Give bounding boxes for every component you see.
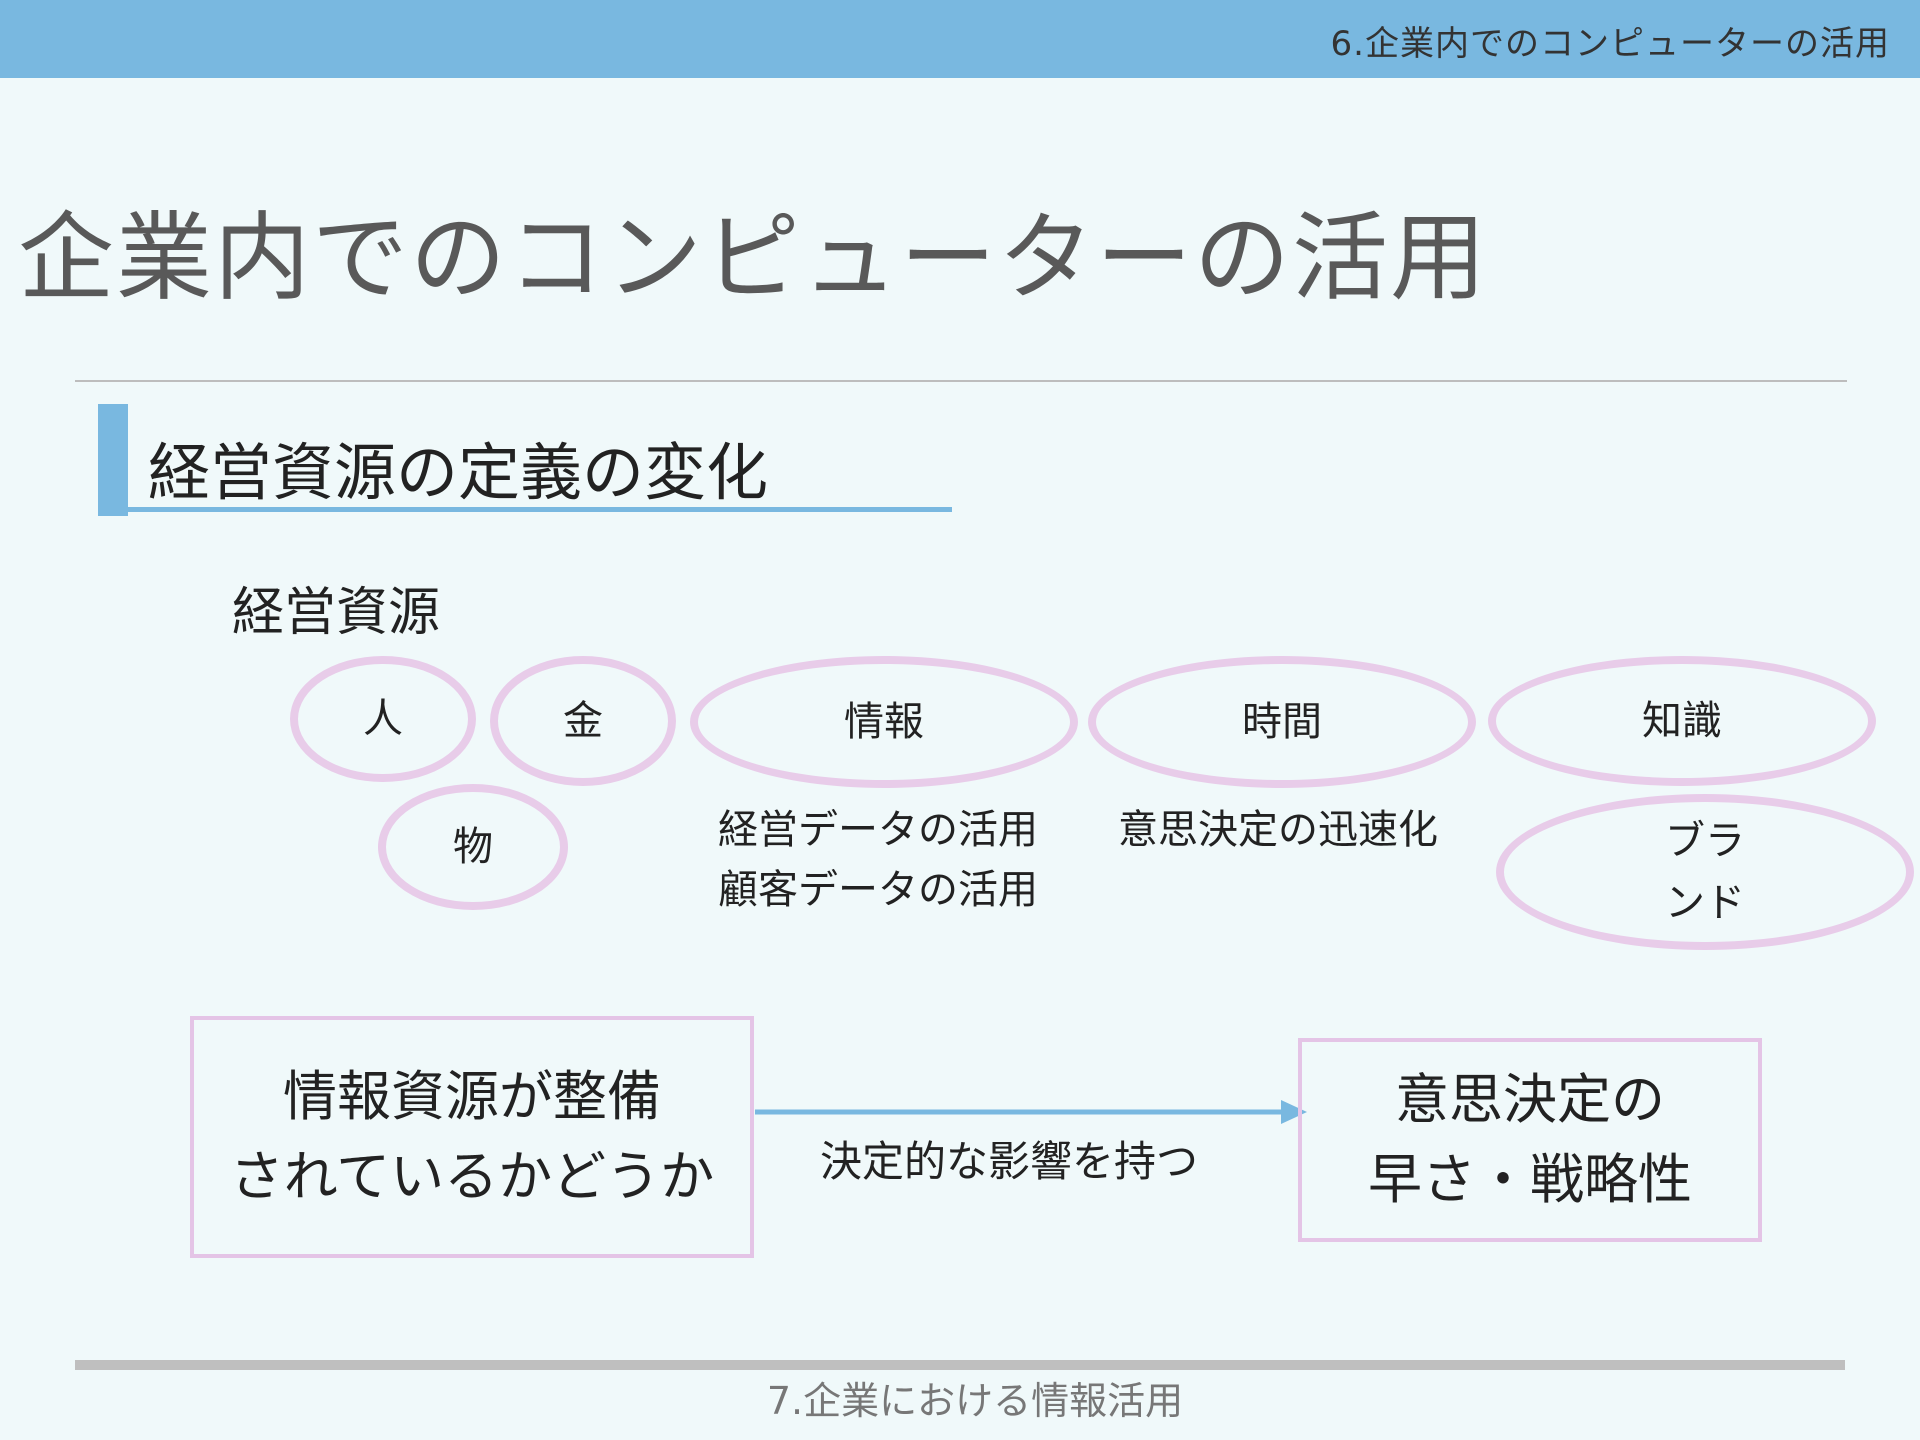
resource-time-ellipse: 時間 (1088, 656, 1476, 788)
header-title: 6.企業内でのコンピューターの活用 (1330, 24, 1890, 64)
resource-brand-label-line1: ブラ (1665, 818, 1745, 864)
resource-money-ellipse: 金 (490, 656, 676, 786)
influence-arrow (755, 1100, 1307, 1124)
resource-brand-ellipse: ブラ ンド (1496, 794, 1914, 950)
slide-title: 企業内でのコンピューターの活用 (18, 202, 1488, 314)
information-note-1: 経営データの活用 (718, 807, 1038, 853)
resource-knowledge-label: 知識 (1642, 698, 1722, 744)
resource-information-ellipse: 情報 (690, 656, 1078, 788)
resource-money-label: 金 (563, 698, 603, 744)
resource-brand-label-line2: ンド (1665, 880, 1745, 926)
decision-making-line1: 意思決定の (1395, 1068, 1665, 1131)
resources-label: 経営資源 (232, 583, 441, 643)
resource-people-ellipse: 人 (290, 656, 476, 782)
arrow-label: 決定的な影響を持つ (820, 1137, 1199, 1186)
title-divider (75, 380, 1847, 382)
decision-making-line2: 早さ・戦略性 (1368, 1148, 1692, 1211)
resource-knowledge-ellipse: 知識 (1488, 656, 1876, 786)
time-note: 意思決定の迅速化 (1118, 807, 1438, 853)
resource-things-ellipse: 物 (378, 784, 568, 910)
information-resources-line1: 情報資源が整備 (283, 1065, 661, 1128)
section-heading: 経営資源の定義の変化 (148, 436, 769, 509)
resource-information-label: 情報 (844, 699, 924, 745)
decision-making-box: 意思決定の 早さ・戦略性 (1298, 1038, 1762, 1242)
footer-text: 7.企業における情報活用 (766, 1379, 1184, 1423)
section-accent-bar (98, 404, 128, 516)
resource-things-label: 物 (453, 824, 493, 870)
information-note-2: 顧客データの活用 (718, 867, 1038, 913)
information-resources-line2: されているかどうか (229, 1145, 715, 1208)
resource-people-label: 人 (363, 696, 403, 742)
resource-time-label: 時間 (1242, 699, 1322, 745)
footer-divider (75, 1360, 1845, 1370)
information-resources-box: 情報資源が整備 されているかどうか (190, 1016, 754, 1258)
